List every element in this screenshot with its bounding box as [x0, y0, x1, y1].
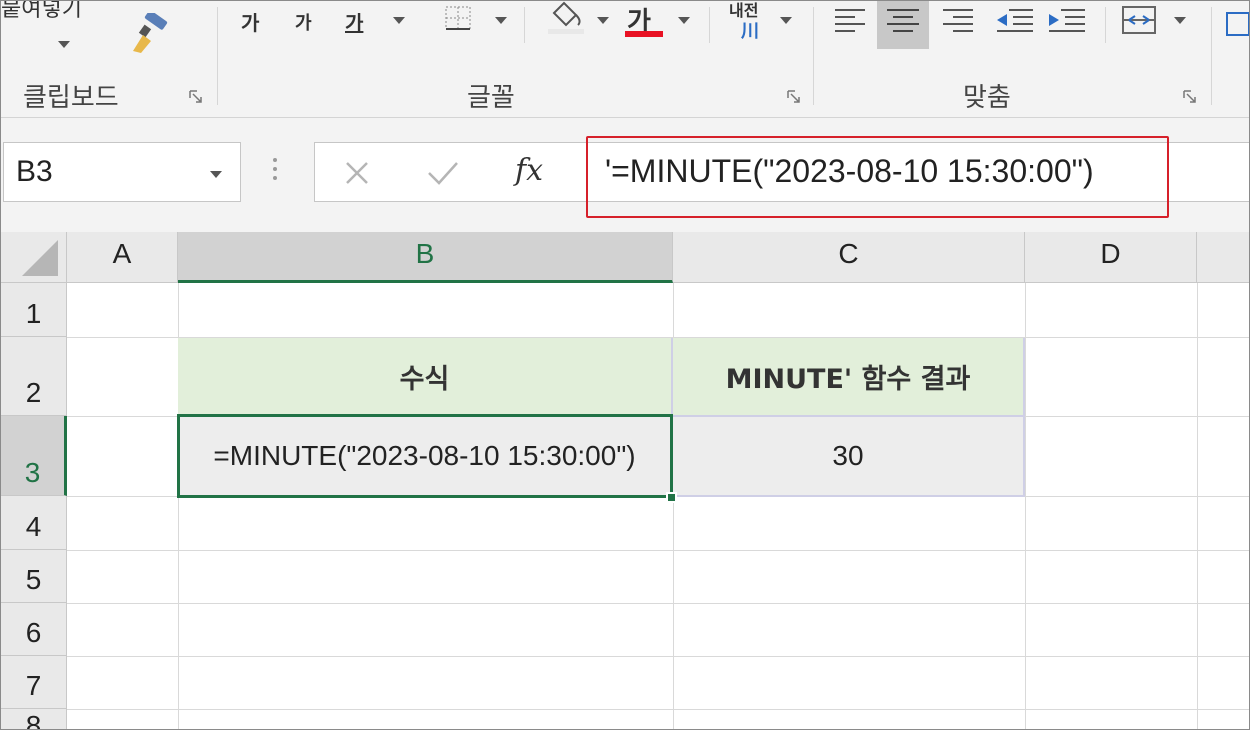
font-color-bar [625, 31, 663, 37]
name-box-dropdown-caret[interactable] [210, 171, 222, 178]
gridline [1197, 283, 1198, 729]
align-center-button[interactable] [877, 1, 929, 49]
gridline [67, 603, 1249, 604]
row-header-1[interactable]: 1 [1, 283, 67, 337]
align-center-icon [887, 9, 919, 32]
formula-text: '=MINUTE("2023-08-10 15:30:00") [605, 153, 1094, 189]
row-header-8[interactable]: 8 [1, 709, 67, 729]
alignment-launcher-icon[interactable] [1183, 89, 1197, 103]
align-right-icon[interactable] [941, 7, 977, 33]
column-header-c[interactable]: C [673, 232, 1025, 283]
clipboard-launcher-icon[interactable] [189, 89, 203, 103]
excel-window: 붙여넣기 클립보드 가 가 가 가 글꼴 내전 川 맞춤 B3 fx '=MIN… [0, 0, 1250, 730]
worksheet-grid: A B C D 1 2 3 4 5 6 7 8 수식 MINUTE' 함수 결과 [1, 232, 1249, 729]
close-icon[interactable] [341, 157, 373, 189]
paste-dropdown-caret[interactable] [58, 41, 70, 48]
row-header-3[interactable]: 3 [1, 416, 67, 496]
group-separator [1211, 7, 1212, 105]
borders-icon[interactable] [444, 5, 474, 33]
group-separator [813, 7, 814, 105]
cell-c2[interactable]: MINUTE' 함수 결과 [673, 338, 1025, 417]
gridline [67, 656, 1249, 657]
table-header-result: MINUTE' 함수 결과 [725, 364, 971, 395]
decrease-font-button[interactable]: 가 [295, 9, 312, 35]
row-header-4[interactable]: 4 [1, 496, 67, 550]
clipboard-group-label: 클립보드 [23, 83, 119, 113]
group-separator [524, 7, 525, 43]
font-launcher-icon[interactable] [787, 89, 801, 103]
alignment-group-label: 맞춤 [963, 83, 1011, 113]
phonetic-guide-glyph: 川 [741, 17, 759, 43]
cell-b3[interactable]: =MINUTE("2023-08-10 15:30:00") [178, 417, 673, 497]
formula-bar-buttons: fx [314, 142, 576, 202]
cell-b3-value: =MINUTE("2023-08-10 15:30:00") [213, 440, 636, 471]
font-color-dropdown-caret[interactable] [678, 17, 690, 24]
merge-dropdown-caret[interactable] [1174, 17, 1186, 24]
table-header-formula: 수식 [399, 364, 450, 395]
gridline [67, 709, 1249, 710]
phonetic-guide-text: 川 [741, 21, 759, 42]
phonetic-dropdown-caret[interactable] [780, 17, 792, 24]
cell-c3[interactable]: 30 [673, 417, 1025, 497]
cell-b2[interactable]: 수식 [178, 338, 673, 417]
insert-function-button[interactable]: fx [515, 153, 543, 188]
indent-increase-icon[interactable] [1047, 7, 1087, 33]
underline-button[interactable]: 가 [345, 7, 363, 36]
formula-bar-resize-handle[interactable] [273, 158, 279, 185]
formula-input[interactable]: '=MINUTE("2023-08-10 15:30:00") [575, 142, 1249, 202]
row-header-5[interactable]: 5 [1, 550, 67, 603]
increase-font-button[interactable]: 가 [241, 7, 259, 36]
font-group-label: 글꼴 [467, 83, 515, 113]
paintbrush-icon[interactable] [129, 10, 171, 55]
group-separator [1105, 7, 1106, 43]
fill-bucket-icon[interactable] [546, 1, 586, 35]
ribbon: 붙여넣기 클립보드 가 가 가 가 글꼴 내전 川 맞춤 [1, 1, 1249, 118]
cell-c3-value: 30 [832, 440, 864, 471]
formula-bar: B3 fx '=MINUTE("2023-08-10 15:30:00") [1, 118, 1249, 232]
name-box[interactable]: B3 [3, 142, 241, 202]
check-icon[interactable] [425, 157, 461, 189]
gridline [67, 550, 1249, 551]
group-separator [709, 7, 710, 43]
fill-handle[interactable] [666, 492, 677, 503]
column-header-a[interactable]: A [67, 232, 178, 283]
row-header-2[interactable]: 2 [1, 337, 67, 416]
column-header-e[interactable] [1197, 232, 1249, 283]
indent-decrease-icon[interactable] [995, 7, 1035, 33]
column-header-b[interactable]: B [178, 232, 673, 283]
select-all-button[interactable] [1, 232, 67, 283]
row-header-6[interactable]: 6 [1, 603, 67, 656]
merge-cells-icon[interactable] [1121, 5, 1159, 35]
underline-dropdown-caret[interactable] [393, 17, 405, 24]
align-left-icon[interactable] [833, 7, 869, 33]
borders-dropdown-caret[interactable] [495, 17, 507, 24]
paste-button[interactable]: 붙여넣기 [1, 1, 82, 23]
row-header-7[interactable]: 7 [1, 656, 67, 709]
column-header-d[interactable]: D [1025, 232, 1197, 283]
group-separator [217, 7, 218, 105]
fill-dropdown-caret[interactable] [597, 17, 609, 24]
gridline [1025, 283, 1026, 729]
number-format-icon[interactable] [1225, 11, 1249, 37]
name-box-value: B3 [16, 155, 53, 188]
